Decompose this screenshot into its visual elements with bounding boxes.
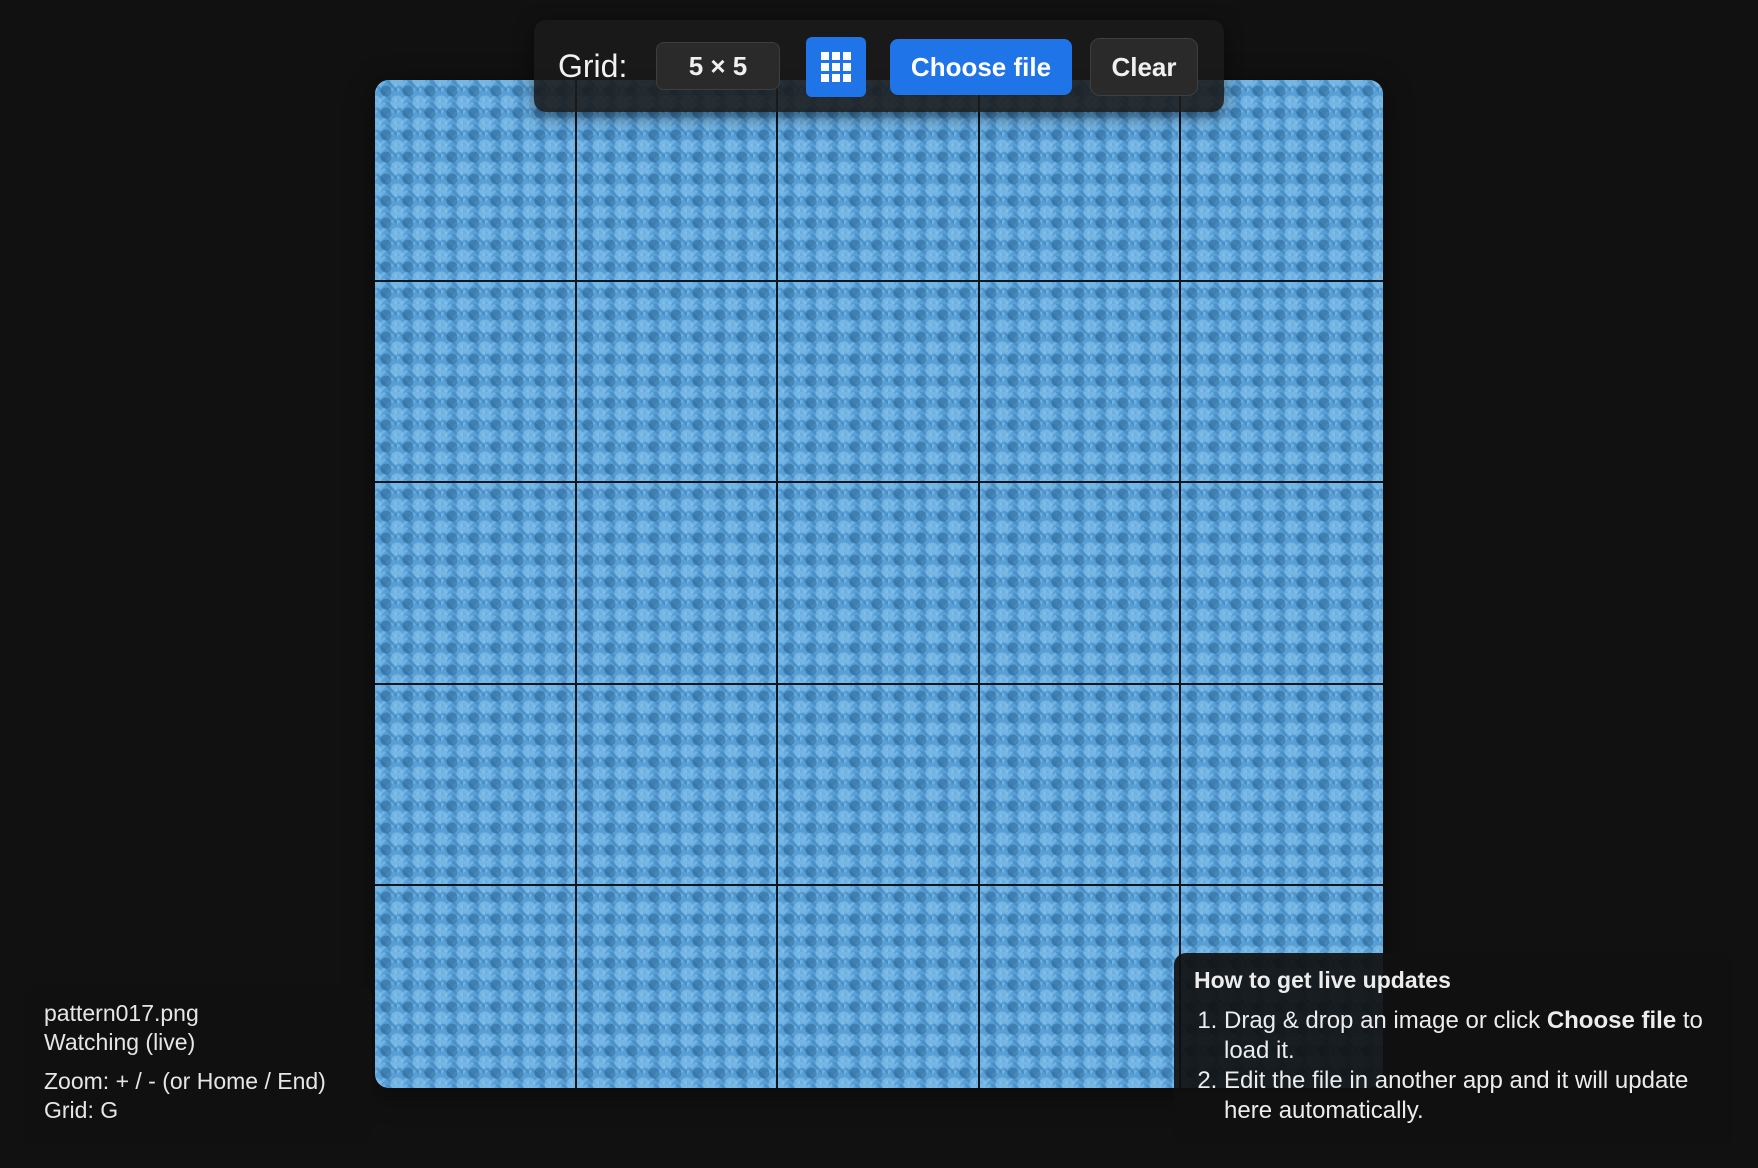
help-title: How to get live updates (1194, 967, 1451, 993)
image-tile (979, 684, 1182, 887)
image-tile (778, 281, 980, 484)
zoom-hint-text: Zoom: + / - (or Home / End) (44, 1068, 326, 1094)
image-tile (979, 483, 1182, 685)
grid-label: Grid: (558, 48, 628, 84)
live-updates-help-panel: How to get live updates Drag & drop an i… (1174, 953, 1734, 1144)
image-tile (375, 684, 577, 887)
help-steps-list: Drag & drop an image or click Choose fil… (1194, 1006, 1714, 1126)
image-tile (576, 483, 779, 685)
grid-hint-text: Grid: G (44, 1097, 119, 1123)
image-tile (375, 281, 577, 484)
image-tile (778, 483, 980, 685)
image-tile (375, 483, 577, 685)
filename-text: pattern017.png (44, 1000, 199, 1026)
help-step-1-bold: Choose file (1546, 1007, 1677, 1034)
tile-grid (375, 80, 1383, 1088)
image-tile (778, 886, 980, 1088)
image-tile (576, 684, 779, 887)
image-tile (1181, 483, 1383, 685)
grid-icon (821, 52, 851, 82)
help-step-1-pre: Drag & drop an image or click (1224, 1007, 1547, 1034)
watch-status-text: Watching (live) (44, 1029, 196, 1055)
image-tile (576, 886, 779, 1088)
image-tile (576, 281, 779, 484)
image-tile (1181, 281, 1383, 484)
top-toolbar: Grid: 5 × 5 Choose file Clear (534, 20, 1224, 112)
grid-toggle-button[interactable] (806, 37, 866, 97)
image-tile (1181, 684, 1383, 887)
help-step-2: Edit the file in another app and it will… (1224, 1066, 1714, 1126)
choose-file-button[interactable]: Choose file (890, 39, 1072, 95)
app-root: Grid: 5 × 5 Choose file Clear pattern017… (0, 0, 1758, 1168)
file-info-panel: pattern017.png Watching (live) Zoom: + /… (24, 985, 372, 1144)
grid-size-select[interactable]: 5 × 5 (656, 42, 780, 90)
image-canvas[interactable] (375, 80, 1383, 1088)
help-step-1: Drag & drop an image or click Choose fil… (1224, 1006, 1714, 1066)
image-tile (979, 886, 1182, 1088)
clear-button[interactable]: Clear (1090, 38, 1198, 96)
image-tile (979, 281, 1182, 484)
image-tile (778, 684, 980, 887)
image-tile (375, 886, 577, 1088)
